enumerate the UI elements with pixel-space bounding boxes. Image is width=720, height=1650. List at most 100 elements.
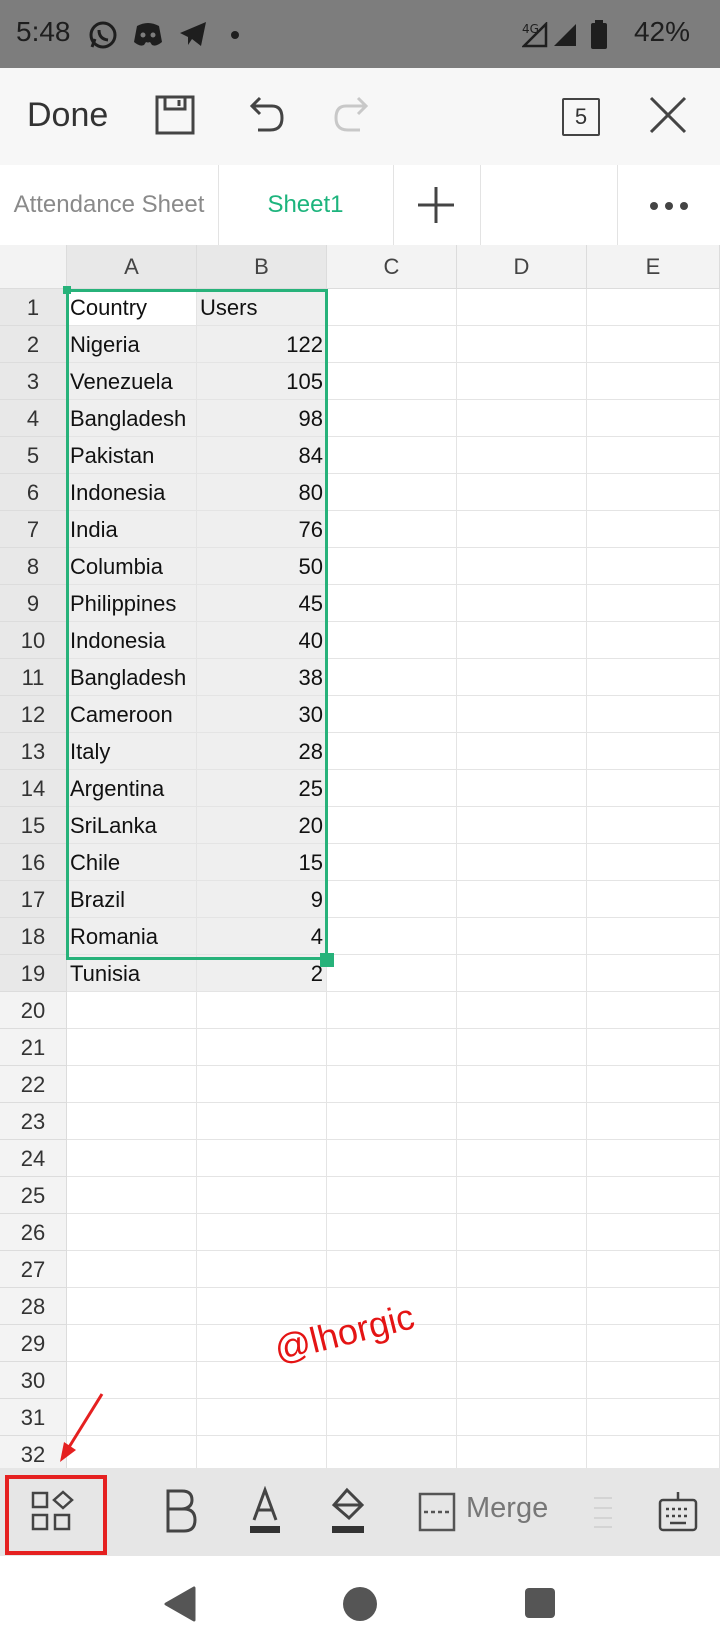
cell-c5[interactable] <box>327 437 457 474</box>
bold-icon[interactable] <box>164 1488 198 1534</box>
save-icon[interactable] <box>155 95 195 135</box>
cell-b30[interactable] <box>197 1362 327 1399</box>
cell-d29[interactable] <box>457 1325 587 1362</box>
cell-a28[interactable] <box>67 1288 197 1325</box>
cell-d16[interactable] <box>457 844 587 881</box>
row-header[interactable]: 19 <box>0 955 67 992</box>
row-header[interactable]: 4 <box>0 400 67 437</box>
row-header[interactable]: 6 <box>0 474 67 511</box>
cell-c3[interactable] <box>327 363 457 400</box>
cell-d18[interactable] <box>457 918 587 955</box>
row-header[interactable]: 1 <box>0 289 67 326</box>
row-header[interactable]: 25 <box>0 1177 67 1214</box>
cell-b14[interactable]: 25 <box>197 770 327 807</box>
cell-a25[interactable] <box>67 1177 197 1214</box>
cell-b4[interactable]: 98 <box>197 400 327 437</box>
cell-e23[interactable] <box>587 1103 720 1140</box>
cell-d1[interactable] <box>457 289 587 326</box>
cell-a9[interactable]: Philippines <box>67 585 197 622</box>
cell-e25[interactable] <box>587 1177 720 1214</box>
cell-d4[interactable] <box>457 400 587 437</box>
tab-sheet1[interactable]: Sheet1 <box>218 165 394 245</box>
cell-e14[interactable] <box>587 770 720 807</box>
cell-b17[interactable]: 9 <box>197 881 327 918</box>
cell-a2[interactable]: Nigeria <box>67 326 197 363</box>
row-header[interactable]: 20 <box>0 992 67 1029</box>
cell-d21[interactable] <box>457 1029 587 1066</box>
cell-b27[interactable] <box>197 1251 327 1288</box>
cell-a13[interactable]: Italy <box>67 733 197 770</box>
row-header[interactable]: 22 <box>0 1066 67 1103</box>
cell-b32[interactable] <box>197 1436 327 1468</box>
cell-b16[interactable]: 15 <box>197 844 327 881</box>
cell-a27[interactable] <box>67 1251 197 1288</box>
cell-d28[interactable] <box>457 1288 587 1325</box>
cell-d17[interactable] <box>457 881 587 918</box>
undo-icon[interactable] <box>244 94 286 136</box>
cell-d2[interactable] <box>457 326 587 363</box>
cell-c10[interactable] <box>327 622 457 659</box>
cell-b2[interactable]: 122 <box>197 326 327 363</box>
cell-a17[interactable]: Brazil <box>67 881 197 918</box>
cell-d22[interactable] <box>457 1066 587 1103</box>
row-header[interactable]: 26 <box>0 1214 67 1251</box>
cell-e1[interactable] <box>587 289 720 326</box>
cell-d30[interactable] <box>457 1362 587 1399</box>
row-header[interactable]: 14 <box>0 770 67 807</box>
cell-d7[interactable] <box>457 511 587 548</box>
cell-b10[interactable]: 40 <box>197 622 327 659</box>
cell-d12[interactable] <box>457 696 587 733</box>
cell-c24[interactable] <box>327 1140 457 1177</box>
close-icon[interactable] <box>648 95 688 135</box>
cell-b19[interactable]: 2 <box>197 955 327 992</box>
tab-attendance-sheet[interactable]: Attendance Sheet <box>0 165 219 245</box>
row-header[interactable]: 28 <box>0 1288 67 1325</box>
cell-c20[interactable] <box>327 992 457 1029</box>
cell-d10[interactable] <box>457 622 587 659</box>
cell-c27[interactable] <box>327 1251 457 1288</box>
cell-e31[interactable] <box>587 1399 720 1436</box>
cell-e2[interactable] <box>587 326 720 363</box>
row-header[interactable]: 10 <box>0 622 67 659</box>
cell-b24[interactable] <box>197 1140 327 1177</box>
cell-a10[interactable]: Indonesia <box>67 622 197 659</box>
row-header[interactable]: 12 <box>0 696 67 733</box>
selection-handle-bottom[interactable] <box>320 953 334 967</box>
cell-e22[interactable] <box>587 1066 720 1103</box>
cell-e16[interactable] <box>587 844 720 881</box>
cell-e8[interactable] <box>587 548 720 585</box>
cell-a21[interactable] <box>67 1029 197 1066</box>
cell-b22[interactable] <box>197 1066 327 1103</box>
column-header-d[interactable]: D <box>457 245 587 289</box>
cell-c6[interactable] <box>327 474 457 511</box>
row-header[interactable]: 9 <box>0 585 67 622</box>
cell-d25[interactable] <box>457 1177 587 1214</box>
font-color-icon[interactable] <box>250 1486 280 1536</box>
cell-b15[interactable]: 20 <box>197 807 327 844</box>
cell-a8[interactable]: Columbia <box>67 548 197 585</box>
cell-e15[interactable] <box>587 807 720 844</box>
cell-b8[interactable]: 50 <box>197 548 327 585</box>
cell-b12[interactable]: 30 <box>197 696 327 733</box>
cell-b23[interactable] <box>197 1103 327 1140</box>
cell-a7[interactable]: India <box>67 511 197 548</box>
cell-a5[interactable]: Pakistan <box>67 437 197 474</box>
cell-d27[interactable] <box>457 1251 587 1288</box>
cell-d9[interactable] <box>457 585 587 622</box>
cell-c21[interactable] <box>327 1029 457 1066</box>
cell-c11[interactable] <box>327 659 457 696</box>
cell-c15[interactable] <box>327 807 457 844</box>
cell-a4[interactable]: Bangladesh <box>67 400 197 437</box>
cell-c13[interactable] <box>327 733 457 770</box>
cell-a26[interactable] <box>67 1214 197 1251</box>
cell-e7[interactable] <box>587 511 720 548</box>
row-header[interactable]: 18 <box>0 918 67 955</box>
row-header[interactable]: 27 <box>0 1251 67 1288</box>
more-button[interactable] <box>617 165 720 245</box>
cell-e20[interactable] <box>587 992 720 1029</box>
select-all-corner[interactable] <box>0 245 67 289</box>
cell-b5[interactable]: 84 <box>197 437 327 474</box>
cell-b31[interactable] <box>197 1399 327 1436</box>
cell-c8[interactable] <box>327 548 457 585</box>
cell-a1[interactable]: Country <box>67 289 197 326</box>
